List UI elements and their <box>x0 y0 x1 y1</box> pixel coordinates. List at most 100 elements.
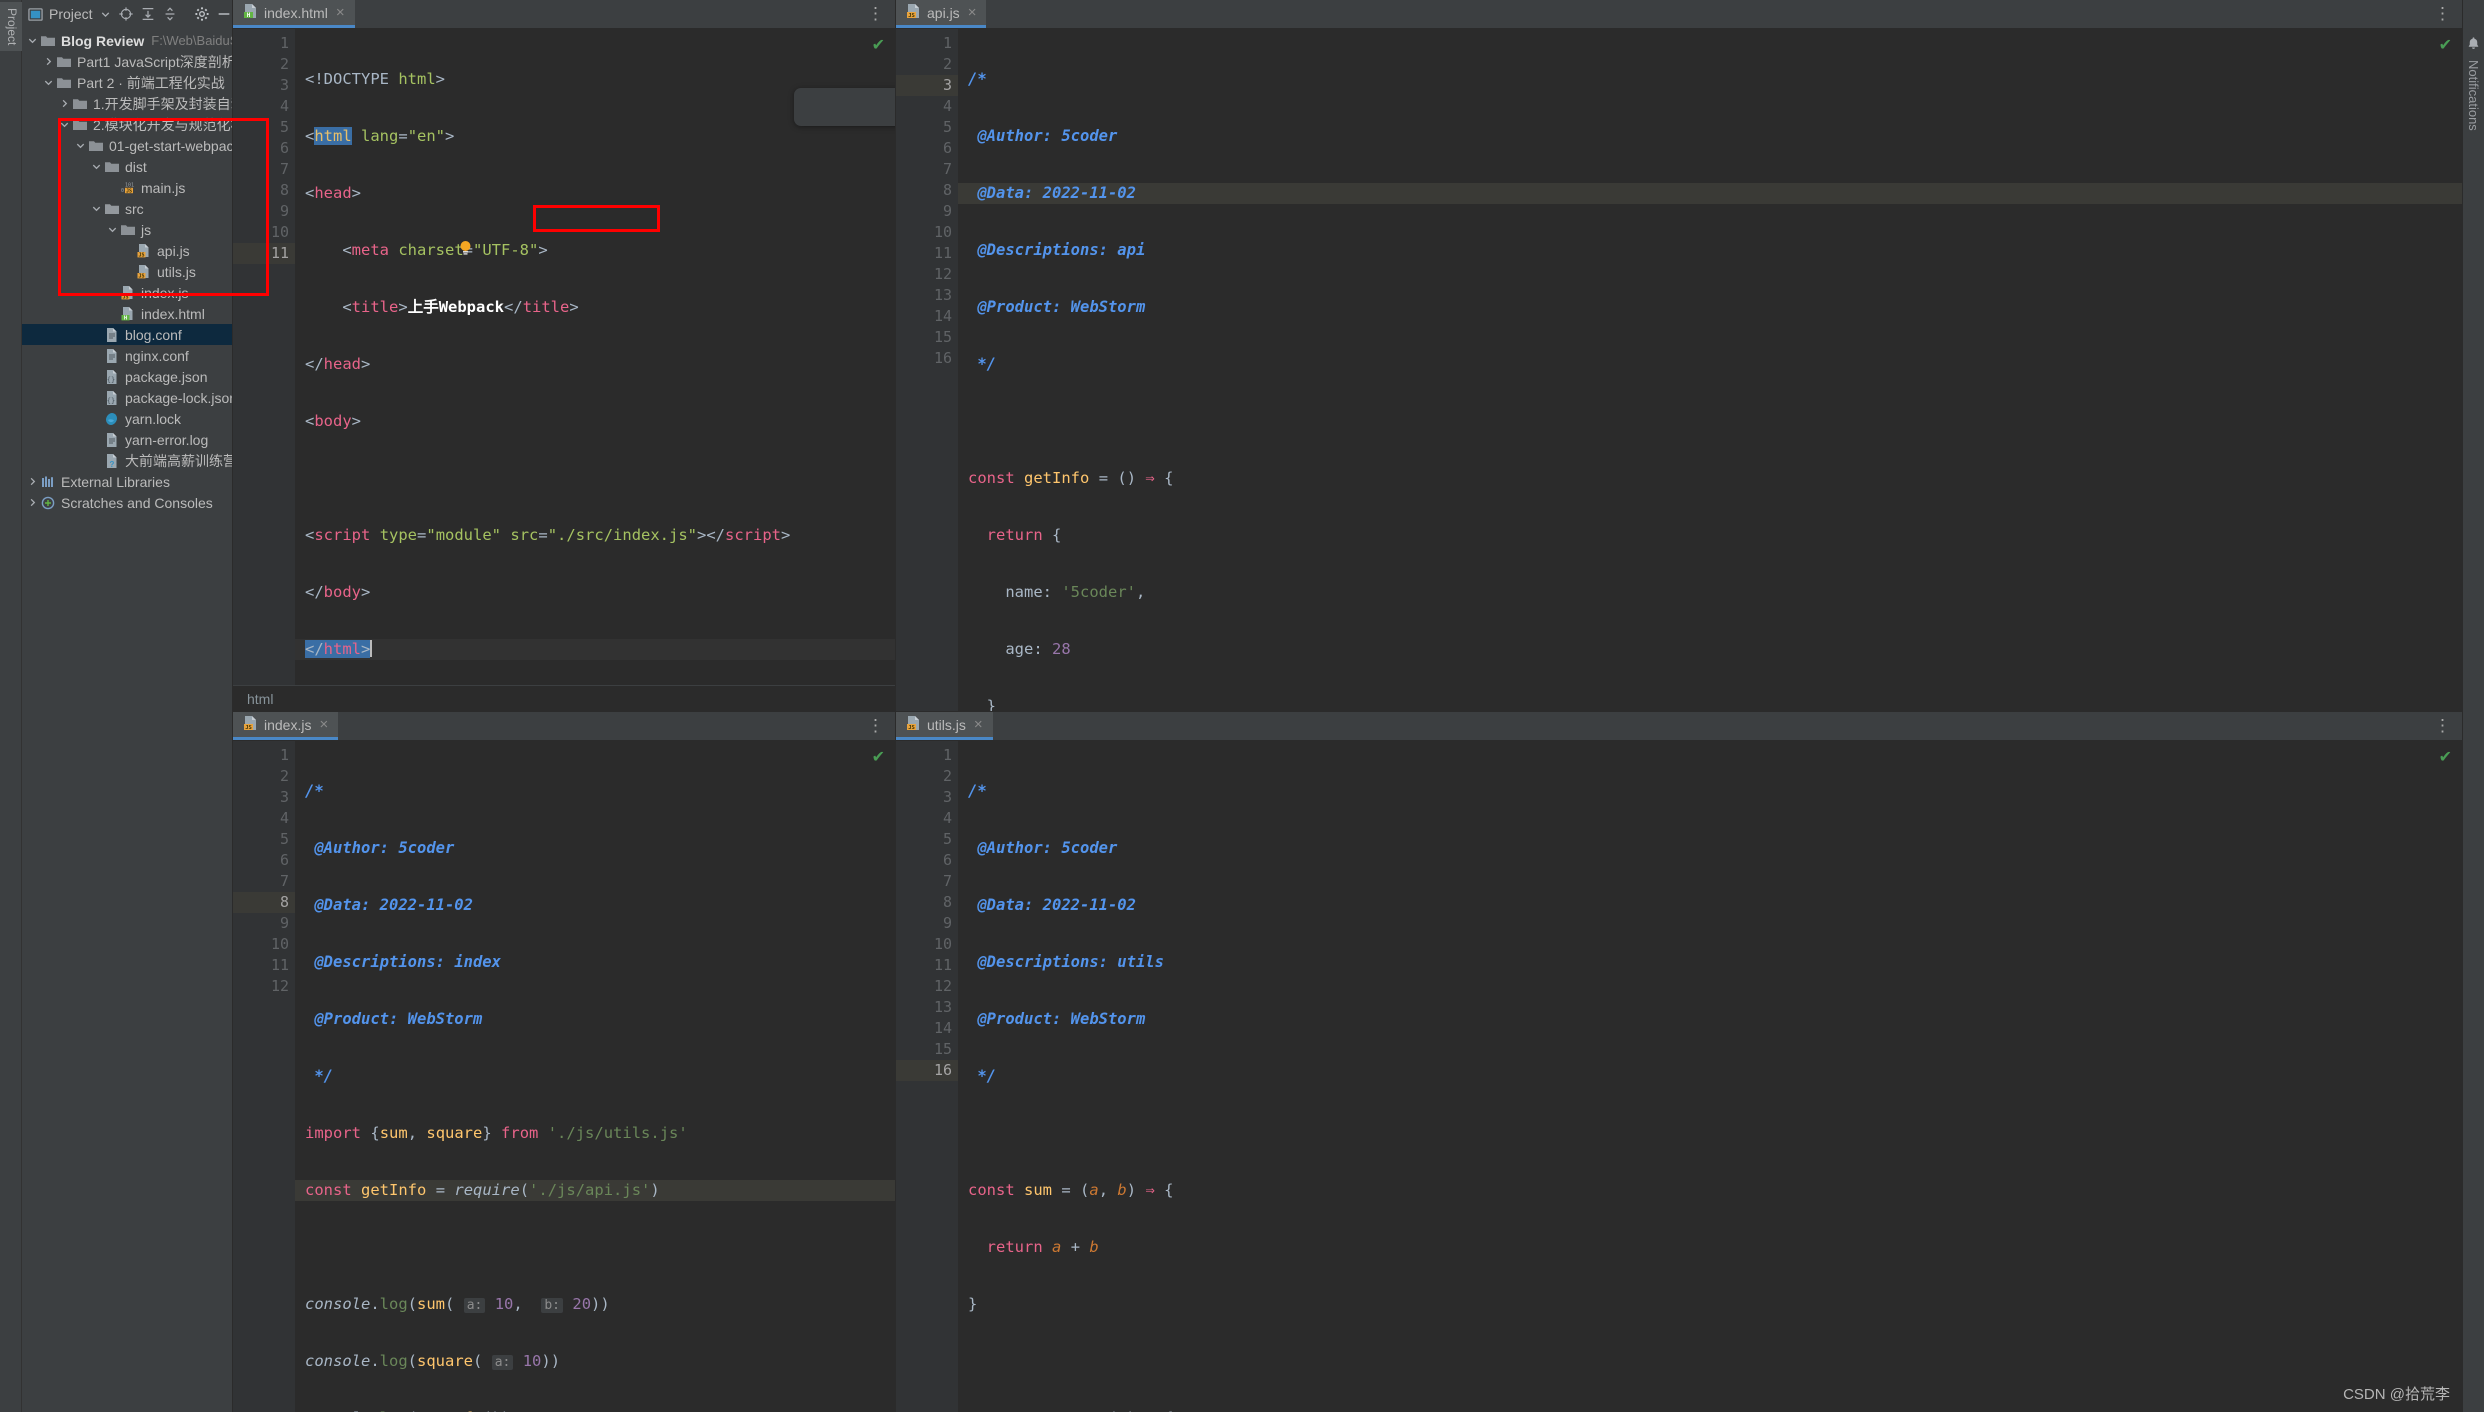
tab-utils-js[interactable]: JS utils.js × <box>896 712 993 740</box>
tree-node-part2[interactable]: Part 2 · 前端工程化实战 <box>22 72 232 93</box>
inspection-status-icon[interactable]: ✔ <box>2439 747 2452 767</box>
expand-all-icon[interactable] <box>140 5 156 23</box>
code-line: @Author: 5coder <box>968 839 1118 857</box>
editor-body-api-js[interactable]: 1 2 3 4 5 6 7 8 9 10 11 12 13 14 15 16 /… <box>896 29 2462 711</box>
tree-node-js[interactable]: js <box>22 219 232 240</box>
editor-body-utils-js[interactable]: 1 2 3 4 5 6 7 8 9 10 11 12 13 14 15 16 /… <box>896 741 2462 1412</box>
gutter-utils-js[interactable]: 1 2 3 4 5 6 7 8 9 10 11 12 13 14 15 16 <box>896 741 969 1412</box>
tree-node-src[interactable]: src <box>22 198 232 219</box>
inspection-status-icon[interactable]: ✔ <box>872 35 885 55</box>
breadcrumb[interactable]: html <box>233 685 895 711</box>
close-icon[interactable]: × <box>336 4 345 21</box>
chrome-icon[interactable] <box>838 94 864 120</box>
chevron-right-icon[interactable] <box>26 496 39 509</box>
chevron-right-icon[interactable] <box>26 475 39 488</box>
editor-options-menu-icon[interactable]: ⋮ <box>2424 0 2462 28</box>
code-index-js[interactable]: /* @Author: 5coder @Data: 2022-11-02 @De… <box>295 741 895 1412</box>
tree-node-index.html[interactable]: Hindex.html <box>22 303 232 324</box>
chevron-down-icon[interactable] <box>26 34 39 47</box>
svg-text:H: H <box>124 315 127 321</box>
tree-node-part1javascript[interactable]: Part1 JavaScript深度剖析 <box>22 51 232 72</box>
tree-node-externallibraries[interactable]: External Libraries <box>22 471 232 492</box>
json-file-icon: {} <box>104 390 121 406</box>
editor-body-index-js[interactable]: 1 2 3 4 5 6 7 8 9 10 11 12 /* @Author: 5… <box>233 741 895 1412</box>
tree-node-utils.js[interactable]: JS utils.js <box>22 261 232 282</box>
code-line: @Descriptions: index <box>305 953 501 971</box>
gear-icon[interactable] <box>194 5 210 23</box>
tree-node-blogreview[interactable]: Blog Review F:\Web\BaiduSyncdi <box>22 30 232 51</box>
tabbar-empty-space <box>986 0 2424 28</box>
tool-tab-project[interactable]: Project <box>0 2 22 52</box>
tree-node-label: yarn.lock <box>125 410 182 427</box>
gutter-index-html[interactable]: 1 2 3 4 5 6 7 8 9 10 11 <box>233 29 306 685</box>
chevron-right-icon[interactable] <box>58 97 71 110</box>
close-icon[interactable]: × <box>319 716 328 733</box>
editor-body-index-html[interactable]: 1 2 3 4 5 6 7 8 9 10 11 <!DOCTYPE html> … <box>233 29 895 685</box>
collapse-all-icon[interactable] <box>162 5 178 23</box>
target-icon[interactable] <box>118 5 134 23</box>
chevron-down-icon[interactable] <box>58 118 71 131</box>
tree-node-scratchesandconsoles[interactable]: Scratches and Consoles <box>22 492 232 513</box>
bell-icon[interactable] <box>2466 36 2481 56</box>
tree-node-2.[interactable]: 2.模块化开发与规范化标准 <box>22 114 232 135</box>
tree-node-api.js[interactable]: JS api.js <box>22 240 232 261</box>
minus-icon[interactable] <box>216 5 232 23</box>
left-tool-strip: Project Structure <box>0 0 22 1412</box>
text-file-icon <box>104 327 121 343</box>
close-icon[interactable]: × <box>974 716 983 733</box>
editor-options-menu-icon[interactable]: ⋮ <box>857 712 895 740</box>
code-line: @Author: 5coder <box>968 127 1118 145</box>
gutter-api-js[interactable]: 1 2 3 4 5 6 7 8 9 10 11 12 13 14 15 16 <box>896 29 969 711</box>
chevron-down-icon[interactable] <box>74 139 87 152</box>
tree-node-package-lock.json[interactable]: {} package-lock.json <box>22 387 232 408</box>
tree-node-index.js[interactable]: JS index.js <box>22 282 232 303</box>
tree-node-01-get-start-webpack5[interactable]: 01-get-start-webpack5 <box>22 135 232 156</box>
editor-options-menu-icon[interactable]: ⋮ <box>2424 712 2462 740</box>
chevron-down-icon[interactable] <box>90 160 103 173</box>
tree-node-package.json[interactable]: {} package.json <box>22 366 232 387</box>
code-api-js[interactable]: /* @Author: 5coder @Data: 2022-11-02 @De… <box>958 29 2462 711</box>
browser-launcher-popup[interactable]: WS <box>794 88 895 126</box>
code-line: @Data: 2022-11-02 <box>305 896 473 914</box>
tree-node-dist[interactable]: dist <box>22 156 232 177</box>
notifications-label[interactable]: Notifications <box>2466 60 2481 131</box>
tab-label: index.js <box>264 716 312 733</box>
editor-options-menu-icon[interactable]: ⋮ <box>857 0 895 28</box>
chevron-down-icon[interactable] <box>99 5 112 23</box>
firefox-icon[interactable] <box>873 94 895 120</box>
code-line: /* <box>968 70 987 88</box>
code-utils-js[interactable]: /* @Author: 5coder @Data: 2022-11-02 @De… <box>958 741 2462 1412</box>
chevron-down-icon[interactable] <box>42 76 55 89</box>
tree-node-main.js[interactable]: 101 0 JS main.js <box>22 177 232 198</box>
intention-bulb-icon[interactable] <box>310 222 471 255</box>
tree-node-yarn.lock[interactable]: yarn.lock <box>22 408 232 429</box>
tree-node-nginx.conf[interactable]: nginx.conf <box>22 345 232 366</box>
tree-node-label: main.js <box>141 179 186 196</box>
chevron-right-icon[interactable] <box>42 55 55 68</box>
tree-node-1.[interactable]: 1.开发脚手架及封装自动化构建 <box>22 93 232 114</box>
gutter-index-js[interactable]: 1 2 3 4 5 6 7 8 9 10 11 12 <box>233 741 306 1412</box>
chevron-down-icon[interactable] <box>90 202 103 215</box>
tree-node-label: index.js <box>141 284 189 301</box>
close-icon[interactable]: × <box>968 4 977 21</box>
inspection-status-icon[interactable]: ✔ <box>872 747 885 767</box>
tree-node-blog.conf[interactable]: blog.conf <box>22 324 232 345</box>
code-line: const getInfo = require('./js/api.js') <box>295 1180 895 1201</box>
code-line: @Product: WebStorm <box>968 298 1146 316</box>
tab-index-js[interactable]: JS index.js × <box>233 712 339 740</box>
code-index-html[interactable]: <!DOCTYPE html> <html lang="en"> <head> … <box>295 29 895 685</box>
inspection-status-icon[interactable]: ✔ <box>2439 35 2452 55</box>
tab-api-js[interactable]: JS api.js × <box>896 0 987 28</box>
webstorm-icon[interactable]: WS <box>803 94 829 120</box>
chevron-down-icon[interactable] <box>106 223 119 236</box>
code-line: <script type="module" src="./src/index.j… <box>305 526 791 544</box>
project-file-tree[interactable]: Blog Review F:\Web\BaiduSyncdi Part1 JavaS… <box>22 28 232 1412</box>
tree-node-yarn-error.log[interactable]: yarn-error.log <box>22 429 232 450</box>
code-line: @Descriptions: api <box>968 241 1146 259</box>
svg-text:JS: JS <box>138 273 144 279</box>
tab-index-html[interactable]: H index.html × <box>233 0 355 28</box>
code-line: </head> <box>305 355 371 373</box>
folder-icon <box>72 117 89 133</box>
tree-node-.xmind[interactable]: ? 大前端高薪训练营.xmind <box>22 450 232 471</box>
tree-node-label: 大前端高薪训练营.xmind <box>125 452 232 469</box>
